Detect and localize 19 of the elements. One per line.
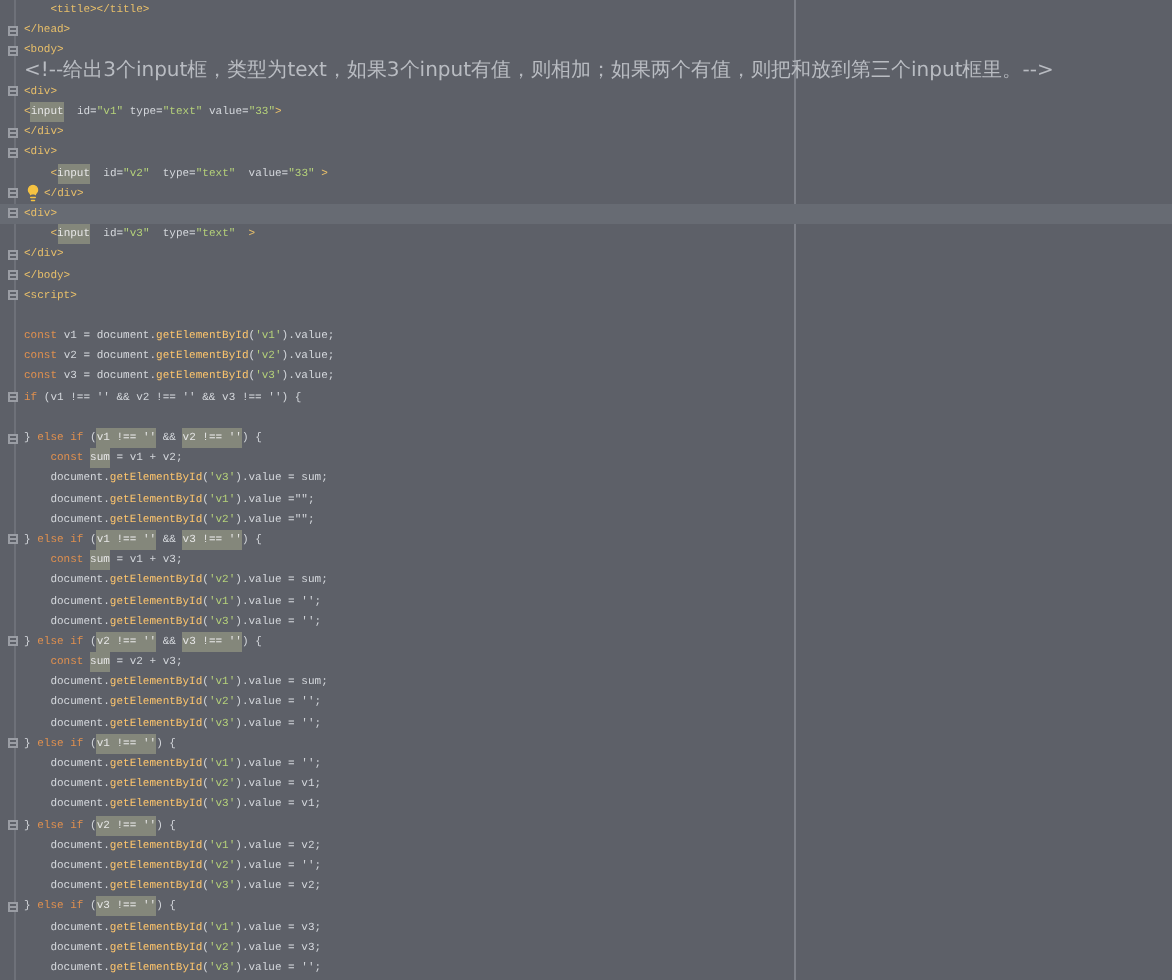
fold-icon[interactable] (7, 820, 17, 831)
fold-icon[interactable] (7, 270, 17, 281)
fold-icon[interactable] (7, 127, 17, 138)
fold-icon[interactable] (7, 392, 17, 403)
fold-icon[interactable] (7, 86, 17, 97)
lightbulb-icon[interactable] (24, 184, 42, 203)
fold-icon[interactable] (7, 45, 17, 56)
fold-icon[interactable] (7, 636, 17, 647)
fold-icon[interactable] (7, 249, 17, 260)
fold-icon[interactable] (7, 433, 17, 444)
fold-icon[interactable] (7, 147, 17, 158)
fold-icon[interactable] (7, 25, 17, 36)
fold-icon[interactable] (7, 290, 17, 301)
fold-icon[interactable] (7, 188, 17, 199)
fold-icon[interactable] (7, 901, 17, 912)
fold-icon[interactable] (7, 738, 17, 749)
code-comment: <!--给出3个input框，类型为text，如果3个input有值，则相加；如果两个有值，则把和放到第三个input框里。--> (24, 61, 1054, 82)
fold-icon[interactable] (7, 534, 17, 545)
fold-icon[interactable] (7, 208, 17, 219)
